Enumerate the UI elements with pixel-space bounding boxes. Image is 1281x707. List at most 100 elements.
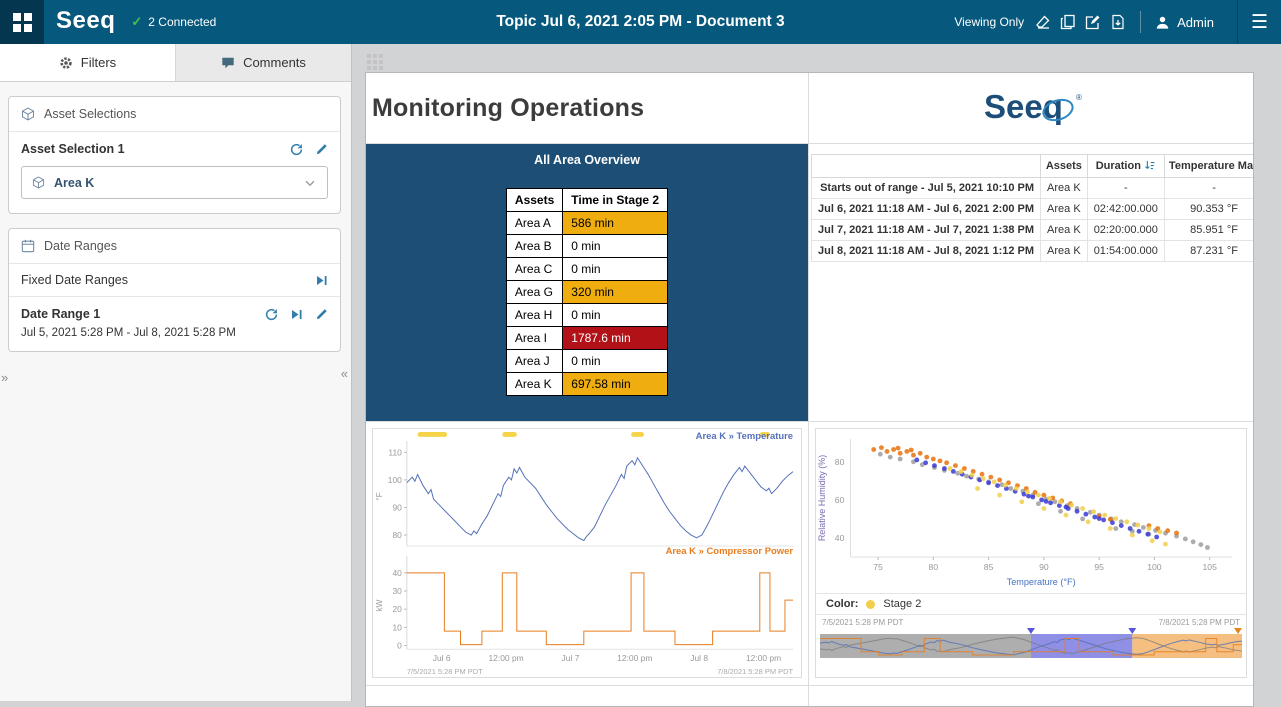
user-menu[interactable]: Admin — [1155, 15, 1228, 30]
check-icon: ✓ — [131, 14, 142, 30]
svg-text:10: 10 — [392, 622, 402, 632]
svg-text:kW: kW — [374, 599, 384, 611]
date-range-value: Jul 5, 2021 5:28 PM - Jul 8, 2021 5:28 P… — [9, 327, 340, 351]
asset-cell: Area K — [506, 373, 562, 396]
legend-dot — [866, 600, 875, 609]
table-row: Area B0 min — [506, 235, 667, 258]
svg-text:Jul 8: Jul 8 — [690, 653, 708, 663]
topic-page: Monitoring Operations Seeq ® All Area Ov… — [365, 72, 1254, 707]
step-to-end-icon[interactable] — [290, 308, 303, 321]
svg-text:80: 80 — [835, 457, 845, 467]
svg-text:60: 60 — [835, 495, 845, 505]
svg-text:Jul 7: Jul 7 — [562, 653, 580, 663]
svg-text:85: 85 — [984, 562, 994, 572]
top-bar: Seeq ✓ 2 Connected Topic Jul 6, 2021 2:0… — [0, 0, 1281, 44]
table-row: Area I1787.6 min — [506, 327, 667, 350]
legend-strip: Color: Stage 2 — [816, 593, 1246, 615]
tab-filters[interactable]: Filters — [0, 44, 176, 81]
edit-icon[interactable] — [315, 143, 328, 156]
edit-icon[interactable] — [315, 308, 328, 321]
tab-comments-label: Comments — [243, 55, 306, 70]
topic-title: Topic Jul 6, 2021 2:05 PM - Document 3 — [496, 13, 784, 31]
collapse-sidebar-chevron[interactable]: « — [341, 366, 348, 381]
value-cell: 0 min — [563, 258, 668, 281]
trend-chart: 8090100110°FArea K » Temperature01020304… — [372, 428, 802, 678]
value-cell: 0 min — [563, 304, 668, 327]
edit-document-icon[interactable] — [1085, 14, 1101, 30]
svg-text:110: 110 — [388, 447, 402, 457]
svg-text:12:00 pm: 12:00 pm — [617, 653, 652, 663]
scatter-chart: 7580859095100105406080Temperature (°F)Re… — [815, 428, 1247, 678]
scatter-chart-cell: 7580859095100105406080Temperature (°F)Re… — [809, 422, 1253, 686]
svg-text:40: 40 — [392, 568, 402, 578]
refresh-icon[interactable] — [290, 143, 303, 156]
value-cell: 0 min — [563, 235, 668, 258]
svg-text:40: 40 — [835, 533, 845, 543]
table-row: Jul 6, 2021 11:18 AM - Jul 6, 2021 2:00 … — [812, 199, 1254, 220]
asset-cell: Area G — [506, 281, 562, 304]
step-to-end-icon[interactable] — [315, 274, 328, 287]
asset-dropdown[interactable]: Area K — [21, 166, 328, 199]
capsule-col-tempmax[interactable]: Temperature Max — [1164, 155, 1253, 178]
gear-icon — [59, 56, 73, 70]
svg-text:95: 95 — [1094, 562, 1104, 572]
sidebar: Filters Comments Asset Selections Asset … — [0, 44, 352, 701]
svg-text:100: 100 — [1147, 562, 1162, 572]
svg-text:105: 105 — [1203, 562, 1218, 572]
capsule-col-assets[interactable]: Assets — [1041, 155, 1088, 178]
svg-text:80: 80 — [929, 562, 939, 572]
pdf-export-icon[interactable] — [1110, 14, 1126, 30]
asset-cell: Area C — [506, 258, 562, 281]
svg-text:100: 100 — [388, 475, 402, 485]
svg-text:20: 20 — [392, 604, 402, 614]
capsule-table-cell: Assets Duration Temperature Max Starts o… — [809, 144, 1253, 422]
overview-table: Assets Time in Stage 2 Area A586 min Are… — [506, 188, 668, 396]
capsule-table: Assets Duration Temperature Max Starts o… — [811, 154, 1253, 262]
topbar-divider — [1140, 11, 1141, 33]
eraser-icon[interactable] — [1035, 14, 1051, 30]
overview-col-assets[interactable]: Assets — [506, 189, 562, 212]
connection-status[interactable]: ✓ 2 Connected — [131, 14, 216, 30]
overview-panel: All Area Overview Assets Time in Stage 2… — [366, 144, 808, 421]
duplicate-icon[interactable] — [1060, 14, 1076, 30]
svg-text:12:00 pm: 12:00 pm — [488, 653, 523, 663]
fixed-date-ranges-row: Fixed Date Ranges — [9, 264, 340, 297]
asset-cell: Area I — [506, 327, 562, 350]
trend-chart-cell: 8090100110°FArea K » Temperature01020304… — [366, 422, 809, 686]
minimap[interactable] — [816, 628, 1246, 668]
cube-icon — [32, 176, 45, 189]
asset-selection-row: Asset Selection 1 — [9, 132, 340, 162]
capsule-col-duration[interactable]: Duration — [1087, 155, 1164, 178]
asset-cell: Area A — [506, 212, 562, 235]
overview-col-time[interactable]: Time in Stage 2 — [563, 189, 668, 212]
end-timestamp: 7/8/2021 5:28 PM PDT — [1159, 618, 1240, 627]
svg-text:80: 80 — [392, 530, 402, 540]
table-row: Jul 7, 2021 11:18 AM - Jul 7, 2021 1:38 … — [812, 220, 1254, 241]
hamburger-icon: ☰ — [1251, 11, 1268, 34]
refresh-icon[interactable] — [265, 308, 278, 321]
sidebar-tabs: Filters Comments — [0, 44, 351, 82]
table-row: Jul 8, 2021 11:18 AM - Jul 8, 2021 1:12 … — [812, 241, 1254, 262]
svg-text:°F: °F — [374, 492, 384, 501]
legend-label: Color: — [826, 598, 858, 610]
table-row: Area H0 min — [506, 304, 667, 327]
svg-text:Relative Humidity (%): Relative Humidity (%) — [817, 455, 827, 541]
user-name: Admin — [1177, 15, 1214, 30]
date-range-row: Date Range 1 — [9, 297, 340, 327]
start-timestamp: 7/5/2021 5:28 PM PDT — [822, 618, 903, 627]
svg-text:Area K » Temperature: Area K » Temperature — [696, 430, 793, 441]
drag-handle-icon[interactable] — [367, 54, 383, 70]
document-canvas: Monitoring Operations Seeq ® All Area Ov… — [353, 44, 1281, 701]
seeq-logo[interactable]: Seeq — [44, 7, 131, 37]
asset-selections-heading: Asset Selections — [44, 107, 136, 121]
page-title: Monitoring Operations — [372, 94, 644, 123]
value-cell: 1787.6 min — [563, 327, 668, 350]
logo-cell: Seeq ® — [809, 73, 1253, 144]
app-grid-button[interactable] — [0, 0, 44, 44]
hamburger-menu-button[interactable]: ☰ — [1237, 0, 1281, 44]
overview-title: All Area Overview — [366, 153, 808, 167]
date-range-label: Date Range 1 — [21, 307, 100, 321]
expand-panel-chevron[interactable]: » — [1, 370, 8, 385]
tab-comments[interactable]: Comments — [176, 44, 351, 81]
next-section-left — [366, 686, 809, 706]
